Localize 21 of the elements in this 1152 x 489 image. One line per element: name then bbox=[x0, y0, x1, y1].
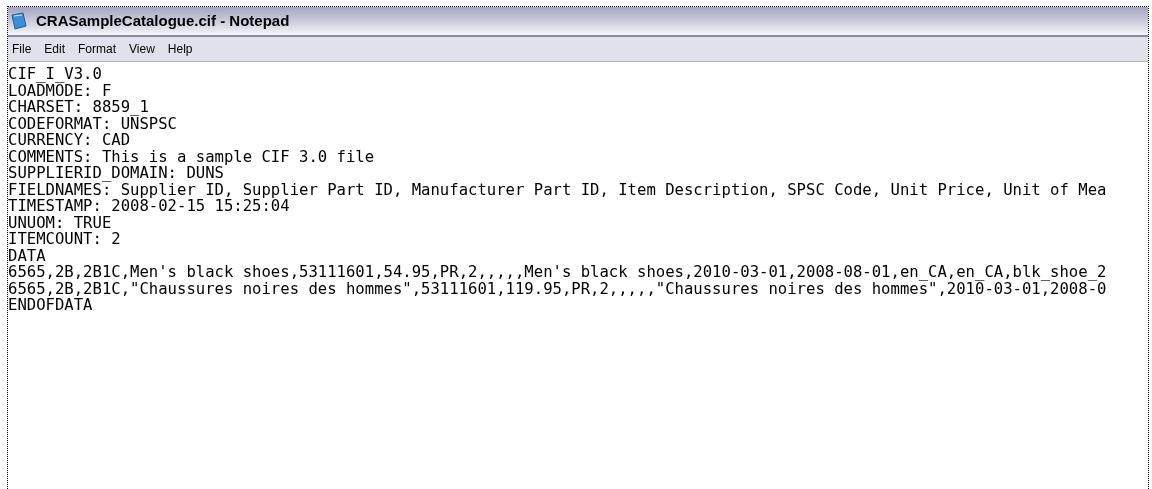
menu-item[interactable]: View bbox=[129, 40, 155, 58]
menu-item[interactable]: Format bbox=[78, 40, 117, 58]
text-line: COMMENTS: This is a sample CIF 3.0 file bbox=[8, 148, 375, 165]
text-line: DATA bbox=[8, 247, 46, 264]
text-line: CODEFORMAT: UNSPSC bbox=[8, 115, 177, 132]
text-line: ENDOFDATA bbox=[8, 297, 93, 314]
text-line: ITEMCOUNT: 2 bbox=[8, 231, 121, 248]
menu-item[interactable]: Edit bbox=[44, 40, 66, 58]
text-line: TIMESTAMP: 2008-02-15 15:25:04 bbox=[8, 198, 290, 215]
text-line: SUPPLIERID_DOMAIN: DUNS bbox=[8, 165, 224, 182]
text-line: LOADMODE: F bbox=[8, 82, 112, 99]
text-line: 6565,2B,2B1C,"Chaussures noires des hommes",53111601,119.95,PR,2,,,,,"Chaussures noires des hommes",2010-03-01,2008-0 bbox=[8, 280, 1107, 297]
text-line: 6565,2B,2B1C,Men's black shoes,53111601,54.95,PR,2,,,,,Men's black shoes,2010-03-01,2008-08-01,en_CA,en_CA,blk_shoe_2 bbox=[8, 264, 1107, 281]
text-line: CIF_I_V3.0 bbox=[8, 66, 102, 83]
menu-item[interactable]: File bbox=[12, 40, 32, 58]
text-line: CURRENCY: CAD bbox=[8, 132, 131, 149]
window-title: CRASampleCatalogue.cif - Notepad bbox=[36, 10, 290, 31]
text-line: UNUOM: TRUE bbox=[8, 214, 112, 231]
text-line: CHARSET: 8859_1 bbox=[8, 99, 149, 116]
menu-item[interactable]: Help bbox=[167, 40, 193, 58]
text-line: FIELDNAMES: Supplier ID, Supplier Part ID, Manufacturer Part ID, Item Description, SPSC Code, Unit Price, Unit of Mea bbox=[8, 181, 1107, 198]
